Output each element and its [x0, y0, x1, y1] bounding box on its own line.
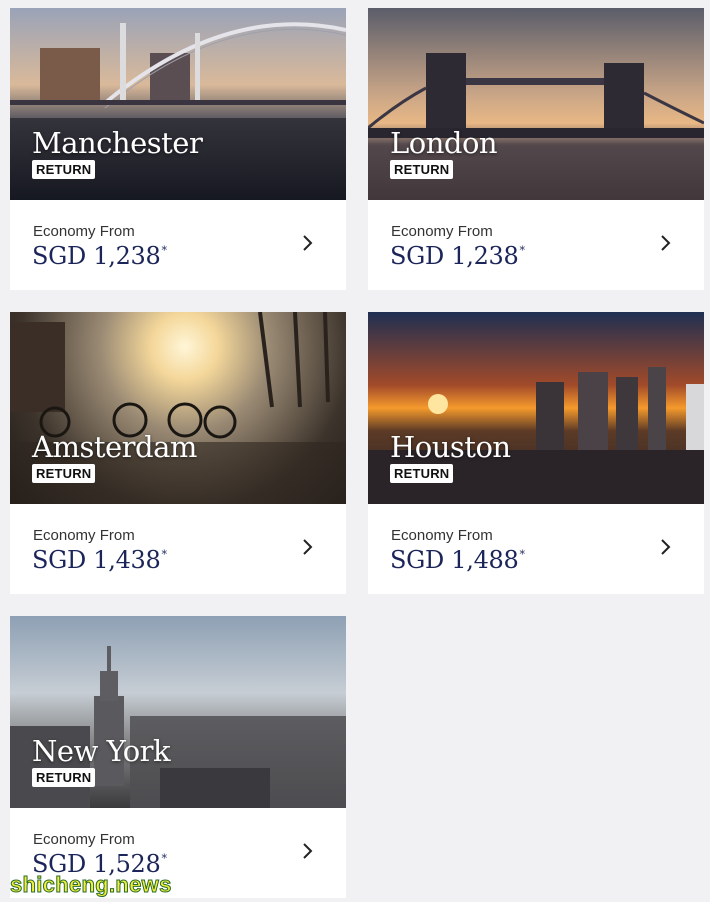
chevron-right-icon[interactable]: [296, 840, 318, 862]
watermark: shicheng.news: [10, 872, 172, 898]
chevron-right-icon[interactable]: [654, 536, 676, 558]
city-name: Houston: [390, 430, 511, 464]
city-photo-new-york: New York RETURN: [10, 616, 346, 808]
chevron-right-icon[interactable]: [296, 232, 318, 254]
trip-type-badge: RETURN: [390, 464, 454, 483]
destination-card-amsterdam[interactable]: Amsterdam RETURN Economy From SGD 1,438*: [10, 312, 346, 594]
fare-label: Economy From: [391, 527, 493, 544]
trip-type-badge: RETURN: [32, 768, 96, 787]
fare-label: Economy From: [33, 527, 135, 544]
city-name: Amsterdam: [32, 430, 197, 464]
city-photo-london: London RETURN: [368, 8, 704, 200]
destination-card-new-york[interactable]: New York RETURN Economy From SGD 1,528*: [10, 616, 346, 898]
city-photo-amsterdam: Amsterdam RETURN: [10, 312, 346, 504]
destination-card-london[interactable]: London RETURN Economy From SGD 1,238*: [368, 8, 704, 290]
city-name: Manchester: [32, 126, 203, 160]
city-name: New York: [32, 734, 171, 768]
destination-card-houston[interactable]: Houston RETURN Economy From SGD 1,488*: [368, 312, 704, 594]
city-photo-houston: Houston RETURN: [368, 312, 704, 504]
city-name: London: [390, 126, 498, 160]
fare-label: Economy From: [33, 223, 135, 240]
fare-price: SGD 1,238*: [32, 242, 167, 270]
fare-price: SGD 1,488*: [390, 546, 525, 574]
destination-card-manchester[interactable]: Manchester RETURN Economy From SGD 1,238…: [10, 8, 346, 290]
city-photo-manchester: Manchester RETURN: [10, 8, 346, 200]
trip-type-badge: RETURN: [32, 160, 96, 179]
fare-label: Economy From: [33, 831, 135, 848]
trip-type-badge: RETURN: [390, 160, 454, 179]
chevron-right-icon[interactable]: [654, 232, 676, 254]
trip-type-badge: RETURN: [32, 464, 96, 483]
fare-price: SGD 1,438*: [32, 546, 167, 574]
fare-price: SGD 1,238*: [390, 242, 525, 270]
fare-label: Economy From: [391, 223, 493, 240]
chevron-right-icon[interactable]: [296, 536, 318, 558]
